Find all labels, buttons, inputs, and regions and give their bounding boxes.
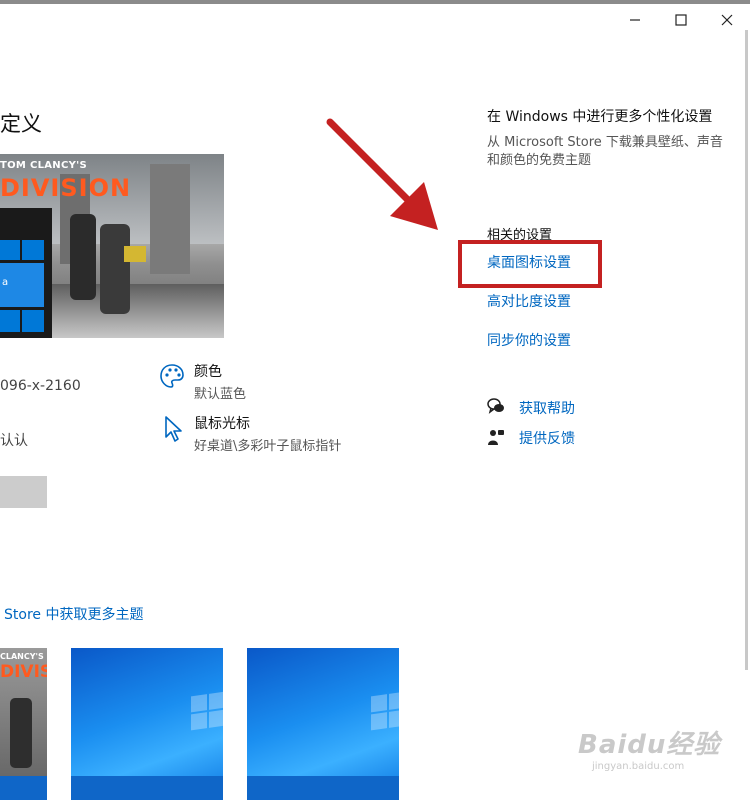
theme-thumbnail-windows[interactable]: [71, 648, 223, 800]
preview-start-menu: a: [0, 208, 52, 338]
personalize-subtext: 从 Microsoft Store 下载兼具壁纸、声音和颜色的免费主题: [487, 135, 723, 168]
store-themes-link[interactable]: Store 中获取更多主题: [4, 604, 143, 624]
theme-taskbar: [247, 776, 399, 800]
preview-tile: [0, 240, 20, 260]
theme-brand-small: CLANCY'S: [0, 652, 44, 661]
preview-tile: [22, 240, 44, 260]
color-value: 默认蓝色: [194, 387, 247, 402]
theme-preview: TOM CLANCY'S DIVISION a: [0, 154, 224, 338]
baidu-watermark: Baidu经验 jingyan.baidu.com: [578, 724, 720, 772]
watermark-brand: Baidu经验: [578, 730, 721, 760]
annotation-arrow: [326, 118, 438, 230]
preview-brand-small: TOM CLANCY'S: [0, 160, 88, 171]
preview-tile-large: a: [0, 263, 44, 307]
preview-building: [150, 164, 190, 274]
theme-thumbnail-windows[interactable]: [247, 648, 399, 800]
theme-thumbnail-division[interactable]: CLANCY'S DIVISI: [0, 648, 47, 800]
help-chat-icon: [487, 398, 504, 414]
preview-tile-text: a: [2, 277, 9, 288]
sound-value: 认认: [0, 433, 28, 449]
window-top-edge: [0, 0, 750, 4]
personalize-heading: 在 Windows 中进行更多个性化设置: [487, 109, 713, 125]
theme-brand: DIVISI: [0, 662, 47, 682]
preview-figure: [70, 214, 96, 300]
close-icon: [721, 14, 733, 26]
scrollbar[interactable]: [745, 30, 748, 670]
close-button[interactable]: [704, 8, 750, 32]
page-title: 定义: [0, 112, 42, 136]
cursor-icon: [165, 416, 182, 442]
windows-logo-icon: [371, 691, 399, 731]
save-theme-button[interactable]: [0, 476, 47, 508]
cursor-label: 鼠标光标: [194, 416, 250, 432]
theme-taskbar: [71, 776, 223, 800]
background-value: 096-x-2160: [0, 378, 81, 394]
sync-settings-link[interactable]: 同步你的设置: [487, 330, 571, 350]
palette-icon: [160, 364, 184, 388]
color-setting[interactable]: 颜色 默认蓝色: [160, 361, 247, 402]
windows-logo-icon: [191, 691, 223, 731]
get-help-link[interactable]: 获取帮助: [519, 398, 575, 418]
give-feedback-link[interactable]: 提供反馈: [519, 428, 575, 448]
cursor-setting[interactable]: 鼠标光标 好桌道\多彩叶子鼠标指针: [165, 413, 342, 454]
maximize-icon: [675, 14, 687, 26]
preview-tile: [0, 310, 20, 332]
maximize-button[interactable]: [658, 8, 704, 32]
color-label: 颜色: [194, 364, 222, 380]
theme-taskbar: [0, 776, 47, 800]
high-contrast-settings-link[interactable]: 高对比度设置: [487, 291, 571, 311]
watermark-url: jingyan.baidu.com: [592, 761, 685, 772]
preview-figure: [100, 224, 130, 314]
cursor-value: 好桌道\多彩叶子鼠标指针: [194, 439, 342, 454]
feedback-icon: [488, 430, 504, 445]
minimize-icon: [630, 19, 640, 21]
theme-figure: [10, 698, 32, 768]
annotation-highlight-box: [458, 240, 602, 288]
preview-sign: [124, 246, 146, 262]
preview-tile: [22, 310, 44, 332]
preview-brand: DIVISION: [0, 174, 132, 202]
minimize-button[interactable]: [612, 8, 658, 32]
